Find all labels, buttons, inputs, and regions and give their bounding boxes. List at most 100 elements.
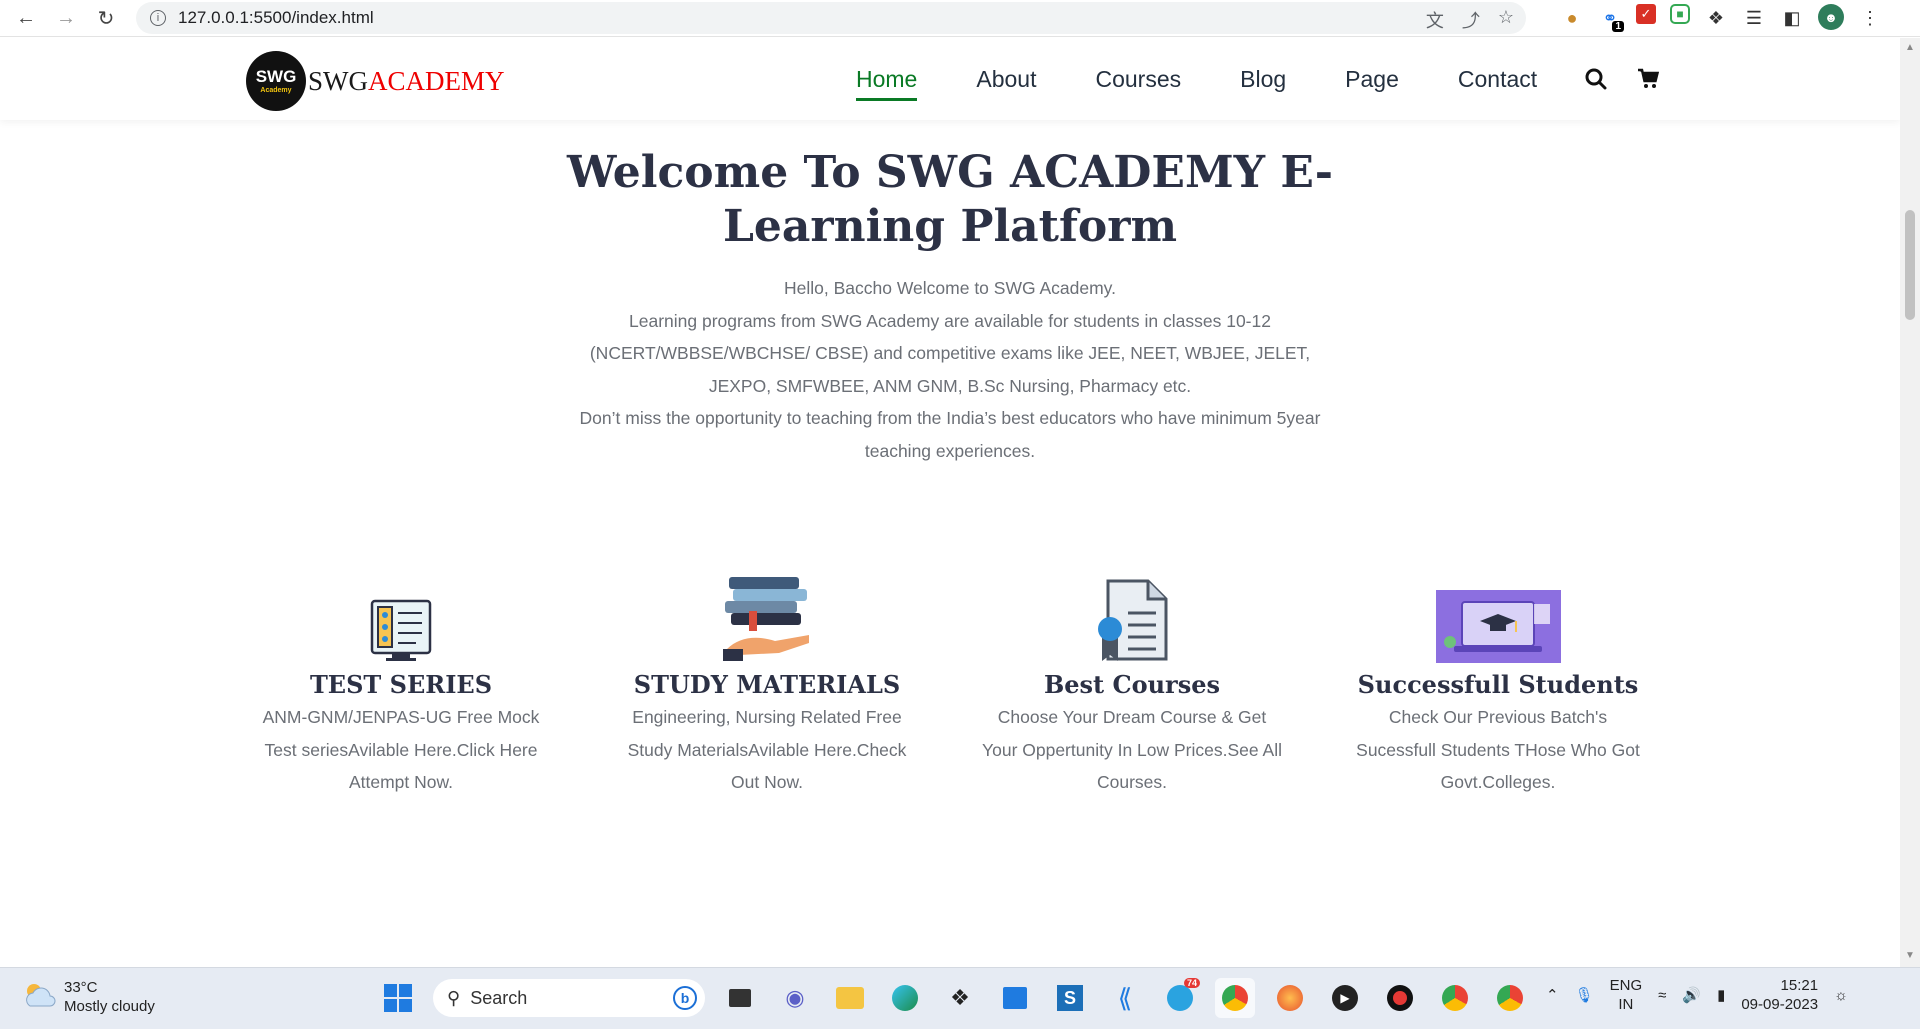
feature-title: Best Courses [1043,670,1220,699]
feature-successful-students[interactable]: Successfull Students Check Our Previous … [1348,563,1648,799]
teams-chat-icon[interactable]: ◉ [775,978,815,1018]
clock-time: 15:21 [1780,977,1819,994]
site-header: SWG Academy SWGACADEMY Home About Course… [0,38,1900,120]
clock[interactable]: 15:21 09-09-2023 [1741,976,1818,1014]
back-icon[interactable]: ← [6,0,46,37]
hero-line-2: Learning programs from SWG Academy are a… [589,310,1311,396]
scroll-up-icon[interactable]: ▲ [1905,42,1915,53]
cloud-sun-icon [22,980,56,1015]
brand-name: SWGACADEMY [308,66,505,97]
nav-home[interactable]: Home [856,66,918,101]
telegram-badge: 74 [1183,978,1200,988]
feature-text: Choose Your Dream Course & Get Your Oppe… [982,707,1282,792]
profile-avatar[interactable]: ☻ [1818,4,1844,30]
app-s-icon[interactable]: S [1050,978,1090,1018]
forward-icon[interactable]: → [46,0,86,37]
nav-page[interactable]: Page [1345,66,1399,93]
tray-chevron-icon[interactable]: ⌃ [1546,986,1559,1004]
microsoft-store-icon[interactable] [995,978,1035,1018]
task-view-icon[interactable] [720,978,760,1018]
hero-title: Welcome To SWG ACADEMY E-Learning Platfo… [566,147,1334,252]
url-text[interactable]: 127.0.0.1:5500/index.html [178,8,374,28]
feature-test-series[interactable]: TEST SERIES ANM-GNM/JENPAS-UG Free Mock … [251,563,551,799]
search-icon[interactable] [1585,68,1607,96]
books-icon [617,563,917,663]
menu-dots-icon[interactable]: ⋮ [1858,4,1882,32]
dropbox-icon[interactable]: ❖ [940,978,980,1018]
taskbar: 33°C Mostly cloudy ⚲ Search b ◉ ❖ S ⟪ 74… [0,967,1920,1029]
test-series-icon [251,563,551,663]
microphone-icon[interactable]: 🎙 [1575,986,1594,1004]
hero-intro: Hello, Baccho Welcome to SWG Academy. Le… [560,272,1340,467]
nav-contact[interactable]: Contact [1458,66,1537,93]
feature-best-courses[interactable]: Best Courses Choose Your Dream Course & … [982,563,1282,799]
info-icon[interactable]: i [150,10,166,26]
taskbar-search[interactable]: ⚲ Search b [433,979,705,1017]
browser-toolbar: ← → ↻ i 127.0.0.1:5500/index.html 文 ⤴ ☆ … [0,0,1920,37]
cookie-extension-icon[interactable]: ● [1560,4,1584,32]
lang-code: ENG [1609,977,1643,994]
chrome-profile-2-icon[interactable] [1435,978,1475,1018]
reload-icon[interactable]: ↻ [86,0,126,37]
nav-courses[interactable]: Courses [1095,66,1181,93]
taskbar-apps: ⚲ Search b ◉ ❖ S ⟪ 74 ▶ [378,978,1530,1018]
feature-study-materials[interactable]: STUDY MATERIALS Engineering, Nursing Rel… [617,563,917,799]
address-bar[interactable]: i 127.0.0.1:5500/index.html 文 ⤴ ☆ [136,2,1526,34]
weather-temp: 33°C [64,979,98,996]
clock-date: 09-09-2023 [1741,996,1819,1013]
feature-text: Check Our Previous Batch's Sucessfull St… [1356,707,1640,792]
taskbar-search-text: Search [470,987,528,1008]
link-extension-icon[interactable]: ⚭ 1 [1598,4,1624,32]
file-explorer-icon[interactable] [830,978,870,1018]
chrome-icon[interactable] [1215,978,1255,1018]
vscode-icon[interactable]: ⟪ [1105,978,1145,1018]
nav-about[interactable]: About [976,66,1036,93]
notifications-icon[interactable]: ☼ [1834,987,1848,1004]
search-icon: ⚲ [447,987,461,1008]
chrome-profile-3-icon[interactable] [1490,978,1530,1018]
feature-text: ANM-GNM/JENPAS-UG Free Mock Test seriesA… [262,707,540,792]
volume-icon[interactable]: 🔊 [1682,986,1701,1004]
certificate-icon [982,563,1282,663]
main-nav: Home About Courses Blog Page Contact [856,66,1596,101]
battery-icon[interactable]: ▮ [1717,986,1725,1004]
feature-title: TEST SERIES [309,670,493,699]
site-logo[interactable]: SWG Academy SWGACADEMY [246,51,505,111]
bookmark-star-icon[interactable]: ☆ [1498,7,1514,33]
edge-icon[interactable] [885,978,925,1018]
media-player-icon[interactable]: ▶ [1325,978,1365,1018]
windows-start-icon[interactable] [378,978,418,1018]
firefox-icon[interactable] [1270,978,1310,1018]
page-scrollbar[interactable]: ▲ ▼ [1900,38,1920,967]
feature-text: Engineering, Nursing Related Free Study … [627,707,907,792]
extensions-bar: ● ⚭ 1 ✓ ■ ❖ ☰ ◧ ☻ ⋮ [1560,4,1882,32]
logo-mark: SWG [255,67,297,86]
pdf-extension-icon[interactable]: ✓ [1636,4,1656,24]
hero-line-3: Don’t miss the opportunity to teaching f… [579,408,1321,461]
cart-icon[interactable] [1637,68,1660,96]
reading-list-icon[interactable]: ☰ [1742,4,1766,32]
nav-blog[interactable]: Blog [1240,66,1286,93]
side-panel-icon[interactable]: ◧ [1780,4,1804,32]
hero-section: Welcome To SWG ACADEMY E-Learning Platfo… [560,146,1340,467]
web-page: SWG Academy SWGACADEMY Home About Course… [0,38,1900,967]
green-extension-icon[interactable]: ■ [1670,4,1690,24]
bing-icon[interactable]: b [673,986,697,1010]
brand-part-a: SWG [308,65,368,96]
extensions-puzzle-icon[interactable]: ❖ [1704,4,1728,32]
lang-region: IN [1618,996,1634,1013]
logo-badge: SWG Academy [246,51,306,111]
weather-widget[interactable]: 33°C Mostly cloudy [22,978,155,1016]
scroll-thumb[interactable] [1905,210,1915,320]
recorder-icon[interactable] [1380,978,1420,1018]
extension-badge: 1 [1612,21,1624,32]
language-indicator[interactable]: ENG IN [1610,976,1643,1014]
wifi-icon[interactable]: ≈ [1658,987,1666,1004]
telegram-icon[interactable]: 74 [1160,978,1200,1018]
share-icon[interactable]: ⤴ [1462,7,1480,33]
feature-title: Successfull Students [1357,670,1639,699]
translate-icon[interactable]: 文 [1426,7,1444,33]
brand-part-b: ACADEMY [368,65,505,96]
scroll-down-icon[interactable]: ▼ [1905,950,1915,961]
weather-condition: Mostly cloudy [64,998,155,1015]
